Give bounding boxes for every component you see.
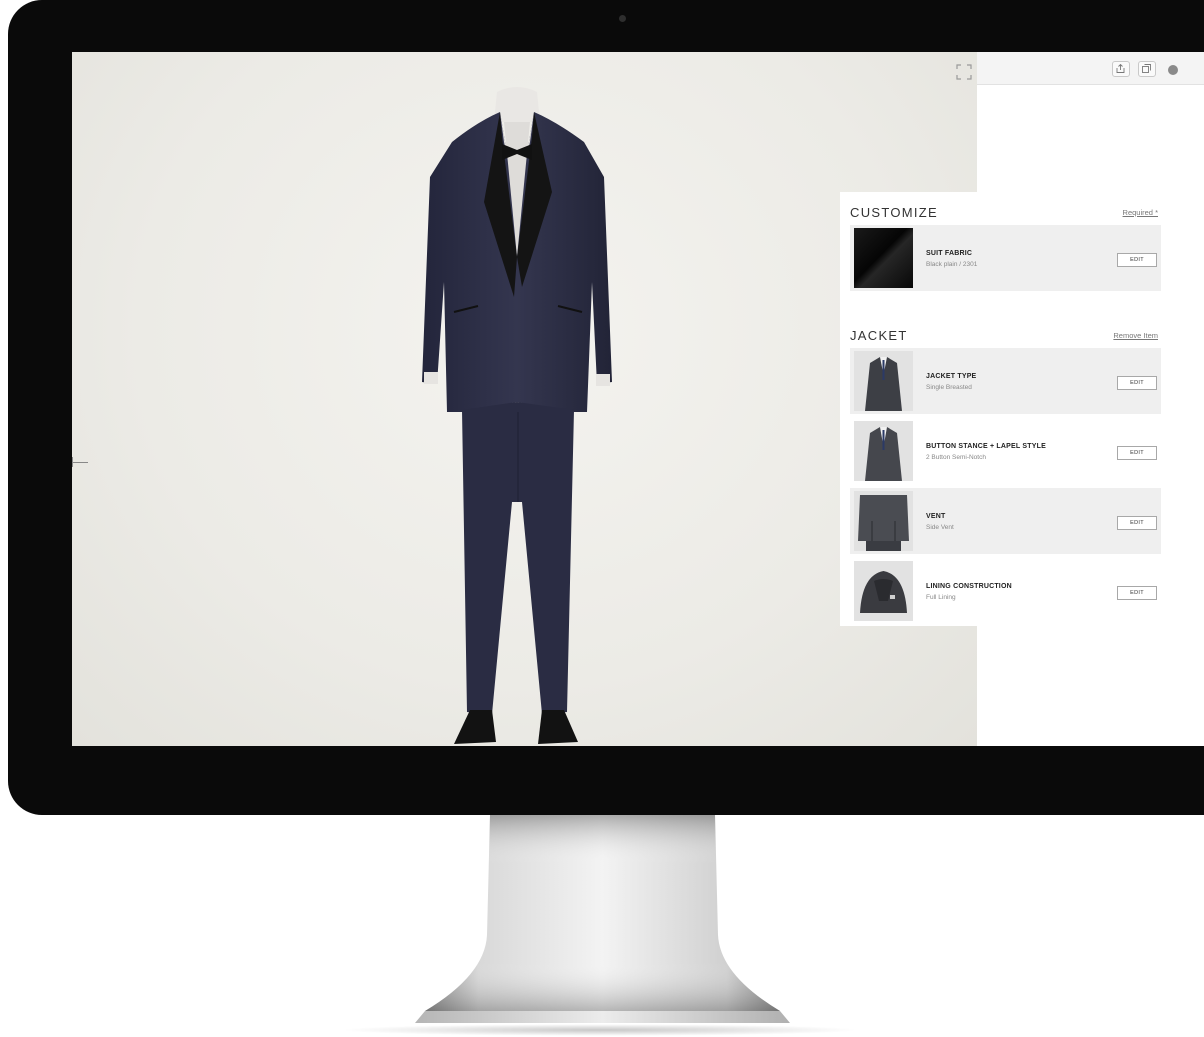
share-button[interactable]: [1112, 61, 1130, 77]
edit-button[interactable]: EDIT: [1117, 586, 1157, 600]
remove-item-link[interactable]: Remove Item: [1113, 331, 1158, 340]
option-row-suit-fabric[interactable]: SUIT FABRIC Black plain / 2301 EDIT: [850, 225, 1161, 291]
required-link[interactable]: Required *: [1123, 208, 1158, 217]
option-row-vent[interactable]: VENT Side Vent EDIT: [850, 488, 1161, 554]
option-value: 2 Button Semi-Notch: [926, 454, 986, 461]
option-value: Side Vent: [926, 524, 954, 531]
viewer-slider-mark: [72, 457, 76, 467]
button-stance-thumbnail: [854, 421, 913, 481]
edit-button[interactable]: EDIT: [1117, 253, 1157, 267]
option-value: Single Breasted: [926, 384, 972, 391]
option-label: JACKET TYPE: [926, 373, 977, 380]
browser-menu-dot[interactable]: [1168, 65, 1178, 75]
tabs-icon: [1142, 64, 1151, 73]
option-value: Full Lining: [926, 594, 956, 601]
option-row-button-stance[interactable]: BUTTON STANCE + LAPEL STYLE 2 Button Sem…: [850, 418, 1161, 484]
customize-title: CUSTOMIZE: [850, 205, 939, 220]
fabric-swatch-thumbnail: [854, 228, 913, 288]
suit-model-image: [422, 87, 612, 744]
edit-button[interactable]: EDIT: [1117, 516, 1157, 530]
jacket-header: JACKET Remove Item: [850, 328, 1160, 348]
edit-button[interactable]: EDIT: [1117, 376, 1157, 390]
jacket-title: JACKET: [850, 328, 908, 343]
option-label: VENT: [926, 513, 946, 520]
option-label: LINING CONSTRUCTION: [926, 583, 1012, 590]
edit-button[interactable]: EDIT: [1117, 446, 1157, 460]
option-value: Black plain / 2301: [926, 261, 978, 268]
vent-thumbnail: [854, 491, 913, 551]
share-icon: [1116, 64, 1125, 73]
stand-shadow: [340, 1024, 860, 1036]
option-row-lining[interactable]: LINING CONSTRUCTION Full Lining EDIT: [850, 558, 1161, 624]
camera-dot: [619, 15, 626, 22]
screen: CUSTOMIZE Required * SUIT FABRIC Black p…: [72, 52, 1204, 746]
customize-panel: CUSTOMIZE Required * SUIT FABRIC Black p…: [840, 192, 1162, 626]
jacket-type-thumbnail: [854, 351, 913, 411]
expand-icon[interactable]: [956, 64, 972, 80]
option-label: SUIT FABRIC: [926, 250, 973, 257]
monitor-stand: [415, 815, 790, 1023]
option-row-jacket-type[interactable]: JACKET TYPE Single Breasted EDIT: [850, 348, 1161, 414]
customize-header: CUSTOMIZE Required *: [850, 205, 1160, 225]
tabs-button[interactable]: [1138, 61, 1156, 77]
option-label: BUTTON STANCE + LAPEL STYLE: [926, 443, 1046, 450]
lining-thumbnail: [854, 561, 913, 621]
